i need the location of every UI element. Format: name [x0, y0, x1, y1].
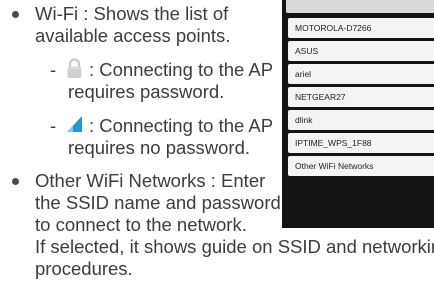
secured-ap-line-1: : Connecting to the AP	[89, 59, 274, 80]
secured-ap-line-2: requires password.	[68, 81, 225, 102]
list-item-motorola[interactable]: MOTOROLA-D7266	[288, 18, 434, 38]
access-point-name: MOTOROLA-D7266	[295, 23, 372, 33]
lock-icon	[67, 58, 82, 78]
phone-screen-illustration: MOTOROLA-D7266 ASUS ariel NETGEAR27 dlin…	[282, 0, 434, 228]
access-point-name: Other WiFi Networks	[295, 161, 374, 171]
phone-top-bar	[286, 0, 434, 13]
other-wifi-networks-button[interactable]: Other WiFi Networks	[288, 156, 434, 176]
other-networks-line-2: the SSID name and password	[35, 192, 281, 213]
list-item-netgear[interactable]: NETGEAR27	[288, 87, 434, 107]
access-point-name: dlink	[295, 115, 313, 125]
other-networks-line-5: procedures.	[35, 258, 133, 279]
list-item-asus[interactable]: ASUS	[288, 41, 434, 61]
bullet-dot	[12, 178, 19, 185]
other-networks-line-4: If selected, it shows guide on SSID and …	[35, 236, 434, 257]
wifi-icon	[67, 116, 82, 132]
bullet-dot	[12, 11, 19, 18]
wifi-description-line-1: Wi-Fi : Shows the list of	[35, 3, 229, 24]
list-dash: -	[50, 115, 57, 136]
open-ap-line-1: : Connecting to the AP	[89, 115, 274, 136]
access-point-name: ariel	[295, 69, 312, 79]
other-networks-line-3: to connect to the network.	[35, 214, 247, 235]
list-item-ariel[interactable]: ariel	[288, 64, 434, 84]
other-networks-line-1: Other WiFi Networks : Enter	[35, 170, 266, 191]
access-point-name: IPTIME_WPS_1F88	[295, 138, 372, 148]
access-point-list: MOTOROLA-D7266 ASUS ariel NETGEAR27 dlin…	[288, 18, 434, 179]
list-dash: -	[50, 59, 57, 80]
access-point-name: ASUS	[295, 46, 319, 56]
list-item-iptime[interactable]: IPTIME_WPS_1F88	[288, 133, 434, 153]
wifi-description-line-2: available access points.	[35, 25, 231, 46]
access-point-name: NETGEAR27	[295, 92, 346, 102]
list-item-dlink[interactable]: dlink	[288, 110, 434, 130]
open-ap-line-2: requires no password.	[68, 137, 251, 158]
